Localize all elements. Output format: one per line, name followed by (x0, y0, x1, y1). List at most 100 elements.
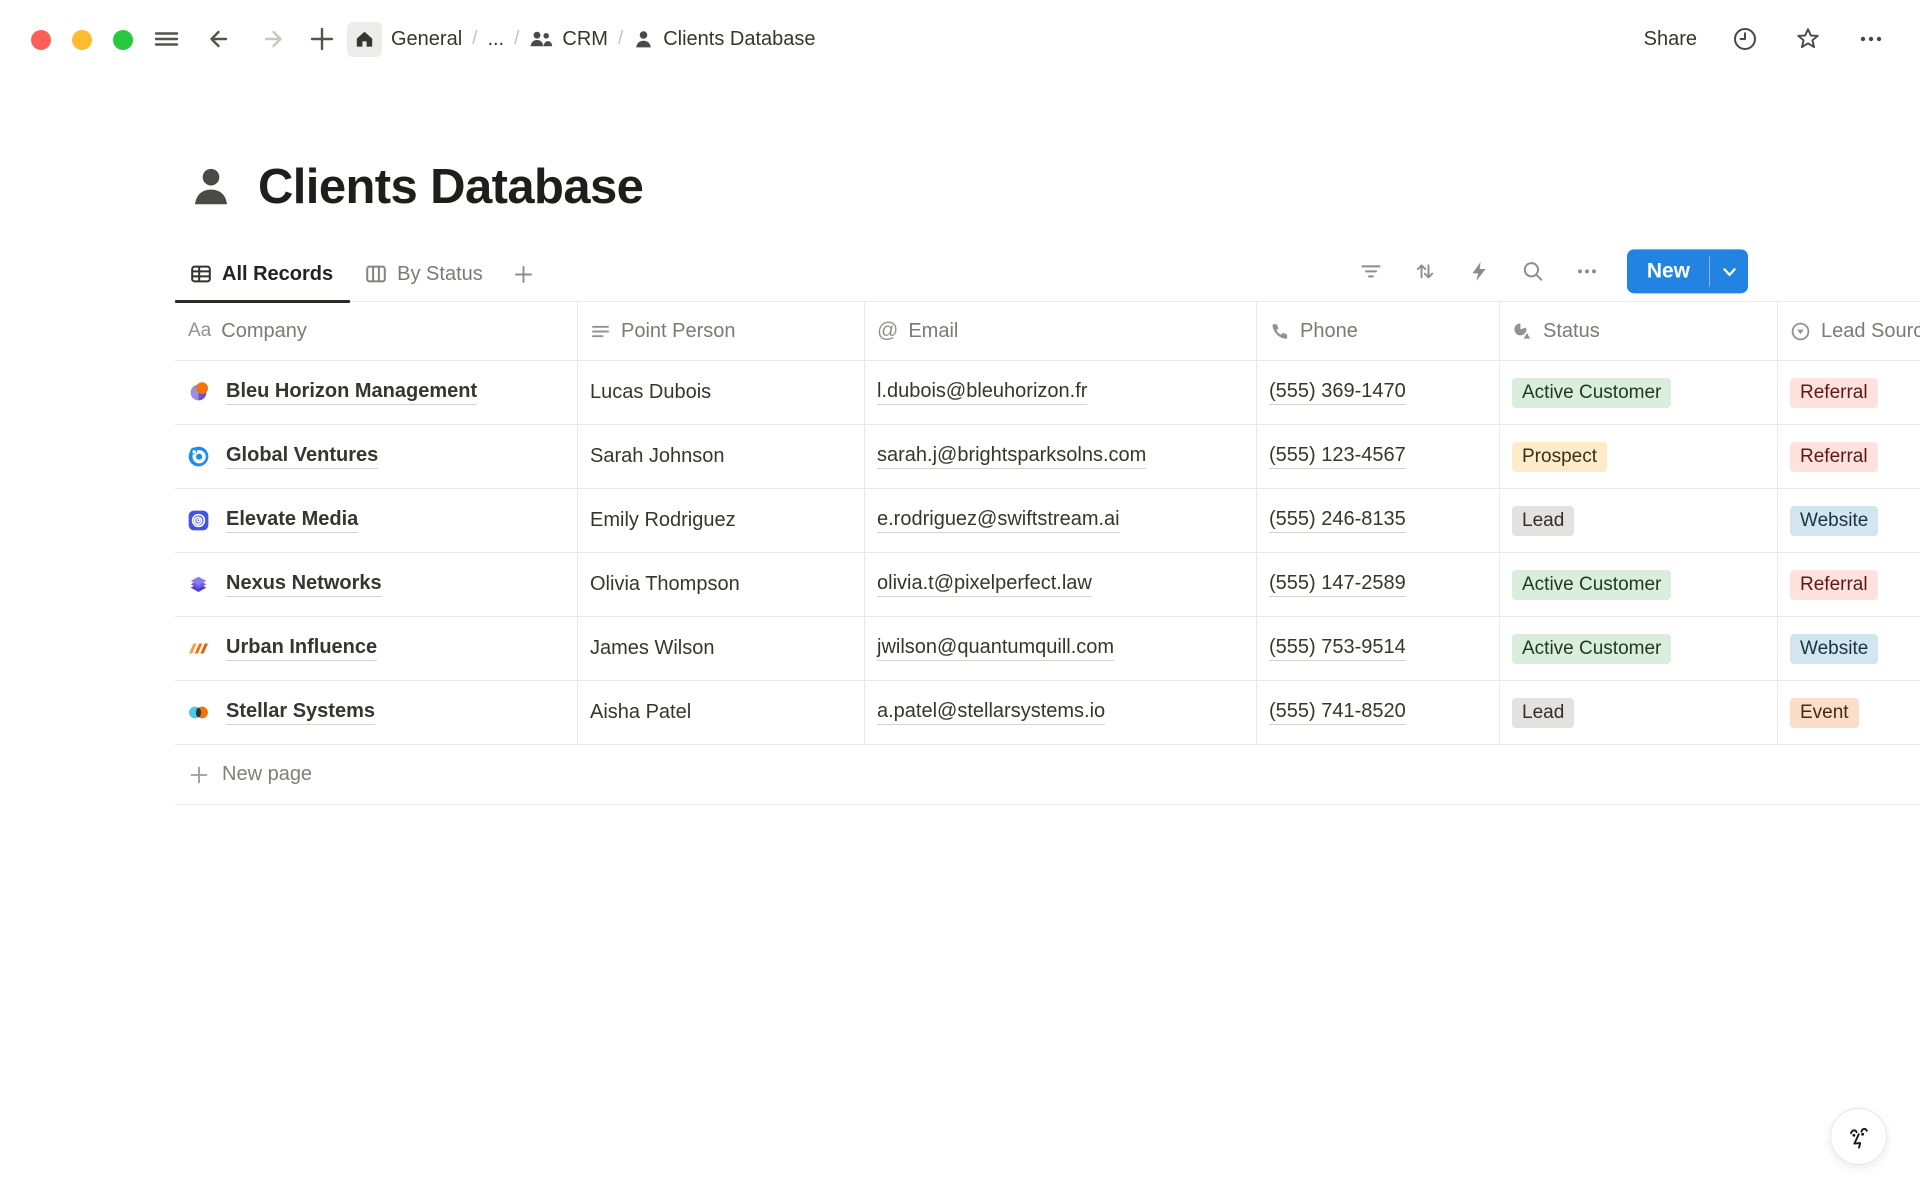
company-name: Nexus Networks (226, 572, 382, 597)
company-cell[interactable]: Stellar Systems (175, 681, 578, 744)
views-bar: All Records By Status (175, 247, 1920, 302)
lead-source-tag: Referral (1790, 442, 1878, 472)
page-title-row: Clients Database (188, 0, 1920, 217)
page-title[interactable]: Clients Database (258, 157, 643, 217)
table-header-row: Aa Company Point Person @ Email (175, 302, 1920, 361)
phone-cell[interactable]: (555) 741-8520 (1257, 681, 1500, 744)
email-link[interactable]: jwilson@quantumquill.com (877, 636, 1114, 661)
phone-link[interactable]: (555) 123-4567 (1269, 444, 1406, 469)
column-header-phone[interactable]: Phone (1257, 302, 1500, 360)
lead-source-tag: Referral (1790, 570, 1878, 600)
lead-source-cell[interactable]: Referral (1778, 361, 1920, 424)
lead-source-tag: Event (1790, 698, 1859, 728)
new-page-row[interactable]: New page (175, 745, 1920, 805)
email-cell[interactable]: a.patel@stellarsystems.io (865, 681, 1257, 744)
lead-source-cell[interactable]: Referral (1778, 425, 1920, 488)
point-person: Aisha Patel (590, 701, 691, 724)
point-person-cell[interactable]: Aisha Patel (578, 681, 865, 744)
phone-cell[interactable]: (555) 246-8135 (1257, 489, 1500, 552)
email-link[interactable]: e.rodriguez@swiftstream.ai (877, 508, 1120, 533)
new-button-dropdown[interactable] (1710, 249, 1748, 293)
company-logo-icon (188, 510, 209, 531)
email-link[interactable]: a.patel@stellarsystems.io (877, 700, 1105, 725)
view-more-button[interactable] (1573, 257, 1601, 285)
email-link[interactable]: sarah.j@brightsparksolns.com (877, 444, 1146, 469)
new-button[interactable]: New (1627, 249, 1709, 293)
email-cell[interactable]: jwilson@quantumquill.com (865, 617, 1257, 680)
email-link[interactable]: olivia.t@pixelperfect.law (877, 572, 1092, 597)
email-link[interactable]: l.dubois@bleuhorizon.fr (877, 380, 1087, 405)
title-property-icon: Aa (188, 320, 211, 342)
email-cell[interactable]: sarah.j@brightsparksolns.com (865, 425, 1257, 488)
status-cell[interactable]: Active Customer (1500, 617, 1778, 680)
tab-label: All Records (222, 263, 333, 286)
status-cell[interactable]: Lead (1500, 681, 1778, 744)
company-logo-icon (188, 382, 209, 403)
status-property-icon (1512, 321, 1533, 342)
point-person-cell[interactable]: Sarah Johnson (578, 425, 865, 488)
page-content: Clients Database All Records By Status (175, 0, 1920, 805)
point-person-cell[interactable]: Lucas Dubois (578, 361, 865, 424)
status-cell[interactable]: Lead (1500, 489, 1778, 552)
company-cell[interactable]: Nexus Networks (175, 553, 578, 616)
column-header-point-person[interactable]: Point Person (578, 302, 865, 360)
email-cell[interactable]: e.rodriguez@swiftstream.ai (865, 489, 1257, 552)
page-person-icon[interactable] (188, 164, 234, 210)
column-label: Email (908, 320, 958, 343)
zoom-window-button[interactable] (113, 30, 133, 50)
search-view-button[interactable] (1519, 257, 1547, 285)
column-label: Status (1543, 320, 1600, 343)
phone-cell[interactable]: (555) 753-9514 (1257, 617, 1500, 680)
phone-link[interactable]: (555) 753-9514 (1269, 636, 1406, 661)
status-cell[interactable]: Prospect (1500, 425, 1778, 488)
phone-cell[interactable]: (555) 369-1470 (1257, 361, 1500, 424)
minimize-window-button[interactable] (72, 30, 92, 50)
company-name: Elevate Media (226, 508, 358, 533)
filter-button[interactable] (1357, 257, 1385, 285)
lead-source-cell[interactable]: Event (1778, 681, 1920, 744)
tab-all-records[interactable]: All Records (175, 247, 350, 301)
phone-link[interactable]: (555) 741-8520 (1269, 700, 1406, 725)
status-cell[interactable]: Active Customer (1500, 553, 1778, 616)
table-row: Stellar Systems Aisha Patel a.patel@stel… (175, 681, 1920, 745)
phone-link[interactable]: (555) 147-2589 (1269, 572, 1406, 597)
notion-ai-button[interactable] (1830, 1108, 1887, 1165)
company-cell[interactable]: Urban Influence (175, 617, 578, 680)
point-person-cell[interactable]: James Wilson (578, 617, 865, 680)
table-view-icon (190, 263, 212, 285)
add-view-button[interactable] (508, 259, 539, 290)
company-cell[interactable]: Elevate Media (175, 489, 578, 552)
column-header-lead-source[interactable]: Lead Source (1778, 302, 1920, 360)
point-person: Olivia Thompson (590, 573, 740, 596)
company-cell[interactable]: Bleu Horizon Management (175, 361, 578, 424)
ai-face-icon (1842, 1120, 1876, 1154)
point-person: James Wilson (590, 637, 714, 660)
lightning-icon (1467, 259, 1491, 283)
column-header-status[interactable]: Status (1500, 302, 1778, 360)
point-person-cell[interactable]: Olivia Thompson (578, 553, 865, 616)
phone-link[interactable]: (555) 369-1470 (1269, 380, 1406, 405)
point-person-cell[interactable]: Emily Rodriguez (578, 489, 865, 552)
lead-source-cell[interactable]: Referral (1778, 553, 1920, 616)
email-cell[interactable]: olivia.t@pixelperfect.law (865, 553, 1257, 616)
lead-source-cell[interactable]: Website (1778, 489, 1920, 552)
automation-button[interactable] (1465, 257, 1493, 285)
company-cell[interactable]: Global Ventures (175, 425, 578, 488)
point-person: Emily Rodriguez (590, 509, 736, 532)
phone-link[interactable]: (555) 246-8135 (1269, 508, 1406, 533)
email-cell[interactable]: l.dubois@bleuhorizon.fr (865, 361, 1257, 424)
company-name: Urban Influence (226, 636, 377, 661)
sort-button[interactable] (1411, 257, 1439, 285)
status-tag: Active Customer (1512, 634, 1671, 664)
phone-cell[interactable]: (555) 123-4567 (1257, 425, 1500, 488)
close-window-button[interactable] (31, 30, 51, 50)
phone-cell[interactable]: (555) 147-2589 (1257, 553, 1500, 616)
lead-source-cell[interactable]: Website (1778, 617, 1920, 680)
text-property-icon (590, 321, 611, 342)
column-header-company[interactable]: Aa Company (175, 302, 578, 360)
status-cell[interactable]: Active Customer (1500, 361, 1778, 424)
tab-by-status[interactable]: By Status (350, 247, 500, 301)
new-record-button-group: New (1627, 249, 1748, 293)
column-header-email[interactable]: @ Email (865, 302, 1257, 360)
column-label: Company (221, 320, 307, 343)
